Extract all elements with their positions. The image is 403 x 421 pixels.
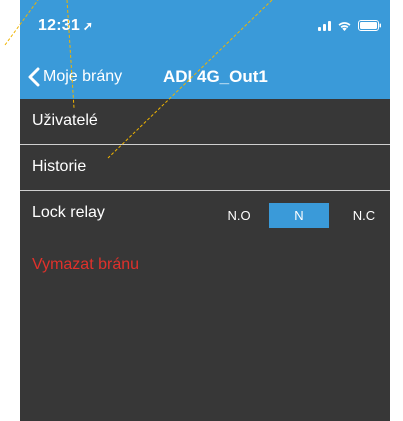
lock-relay-label: Lock relay (32, 204, 105, 221)
segment-no[interactable]: N.O (209, 203, 269, 228)
status-icons (318, 20, 382, 31)
list-item-users[interactable]: Uživatelé (20, 99, 390, 145)
chevron-left-icon (28, 67, 40, 87)
location-arrow-icon: ➚ (82, 19, 94, 33)
users-label: Uživatelé (32, 112, 98, 129)
wifi-icon (337, 20, 352, 31)
history-label: Historie (32, 158, 87, 175)
signal-icon (318, 20, 331, 31)
segment-nc[interactable]: N.C (339, 203, 389, 228)
page-title: ADI 4G_Out1 (163, 67, 268, 86)
status-time: 12:31 ➚ (38, 17, 93, 35)
settings-list: Uživatelé Historie Lock relay N.O N N.C (20, 99, 390, 237)
status-bar: 12:31 ➚ (20, 0, 390, 56)
list-item-lock-relay: Lock relay N.O N N.C (20, 191, 390, 237)
lock-relay-segmented-control: N.O N N.C (209, 203, 389, 228)
navigation-bar: Moje brány ADI 4G_Out1 (20, 56, 390, 99)
clock-text: 12:31 (38, 17, 80, 34)
back-button[interactable]: Moje brány (28, 64, 122, 90)
back-button-label: Moje brány (43, 68, 123, 85)
delete-gate-button[interactable]: Vymazat bránu (32, 256, 139, 274)
phone-screen: 12:31 ➚ Moje brány ADI 4G_Out1 Uživatelé… (20, 0, 390, 421)
list-item-history[interactable]: Historie (20, 145, 390, 191)
segment-n[interactable]: N (269, 203, 329, 228)
battery-icon (358, 20, 382, 31)
